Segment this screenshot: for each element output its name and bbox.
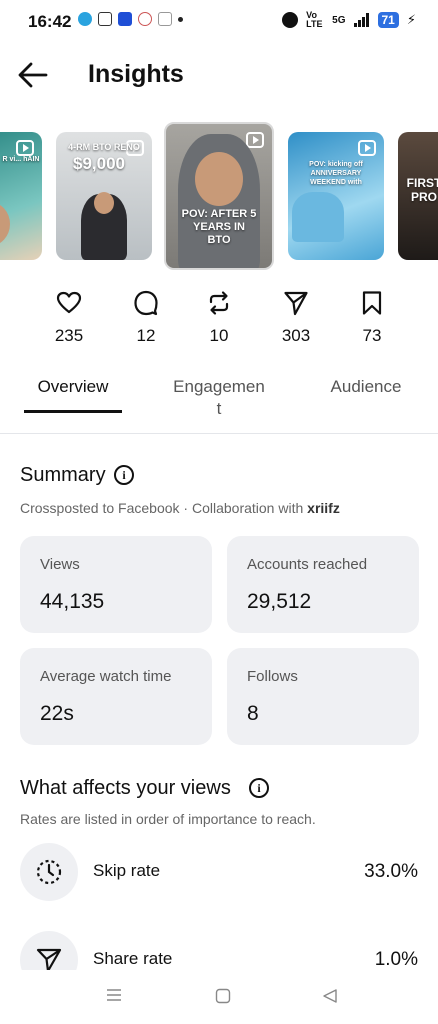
reel-person	[292, 192, 344, 242]
reel-caption: R vi... hAIN	[2, 156, 40, 163]
reel-caption: POV: AFTER 5 YEARS IN BTO	[181, 208, 257, 246]
likes-count: 235	[54, 326, 84, 345]
skip-rate-row[interactable]: Skip rate 33.0%	[0, 843, 438, 903]
reel-thumbnail-3-selected[interactable]: POV: AFTER 5 YEARS IN BTO	[164, 122, 274, 270]
heart-icon	[56, 291, 82, 314]
more-notifications-dot	[178, 16, 183, 22]
engagement-stats: 235 12 10 303 73	[0, 290, 438, 350]
reel-caption: POV: kicking off ANNIVERSARY WEEKEND wit…	[309, 161, 363, 186]
metric-name: Share rate	[93, 949, 173, 968]
status-bar: 16:42 Vo LTE 5G 71 ⚡	[0, 0, 438, 44]
reel-face	[94, 192, 114, 214]
insights-tabs: Overview Engagemen t Audience	[0, 372, 438, 434]
battery-level: 71	[377, 12, 399, 28]
card-value: 22s	[40, 702, 74, 725]
reel-price: $9,000	[73, 154, 125, 173]
metric-value: 1.0%	[374, 949, 418, 970]
shares-stat: 303	[264, 290, 328, 346]
saves-count: 73	[362, 326, 382, 345]
info-icon[interactable]: i	[249, 778, 269, 798]
send-icon	[284, 291, 308, 316]
signal-icon	[353, 13, 369, 27]
triangle-back-icon	[323, 989, 337, 1003]
reel-person	[0, 202, 10, 246]
tab-overview[interactable]: Overview	[24, 376, 122, 398]
app-icon-3	[158, 12, 172, 26]
card-label: Average watch time	[40, 668, 172, 685]
reel-face	[195, 152, 243, 206]
reel-icon	[358, 140, 376, 156]
repost-icon	[209, 291, 229, 315]
arrow-left-icon	[18, 62, 48, 88]
card-value: 29,512	[247, 590, 312, 613]
bookmark-icon	[362, 291, 382, 315]
network-label: 5G	[332, 14, 346, 26]
saves-stat: 73	[340, 290, 404, 346]
tab-audience[interactable]: Audience	[320, 376, 412, 398]
accounts-reached-card[interactable]: Accounts reached 29,512	[227, 536, 419, 633]
card-label: Follows	[247, 668, 298, 685]
tab-engagement[interactable]: Engagemen t	[166, 376, 272, 420]
app-icon-2	[138, 12, 152, 26]
crosspost-info: Crossposted to Facebook · Collaboration …	[20, 500, 340, 516]
follows-card[interactable]: Follows 8	[227, 648, 419, 745]
card-value: 44,135	[40, 590, 105, 613]
reel-thumbnail-5[interactable]: FIRST PRO	[398, 132, 438, 260]
reel-icon	[16, 140, 34, 156]
reel-caption: FIRST PRO	[406, 176, 438, 204]
back-button[interactable]	[16, 58, 50, 92]
square-icon	[215, 988, 231, 1004]
metric-name: Skip rate	[93, 861, 161, 880]
likes-stat: 235	[37, 290, 101, 346]
average-watch-time-card[interactable]: Average watch time 22s	[20, 648, 212, 745]
reel-thumbnail-4[interactable]: POV: kicking off ANNIVERSARY WEEKEND wit…	[288, 132, 384, 260]
card-value: 8	[247, 702, 259, 725]
active-tab-indicator	[24, 410, 122, 413]
system-nav-bar	[0, 970, 438, 1024]
reposts-stat: 10	[187, 290, 251, 346]
menu-icon	[107, 989, 121, 1001]
card-label: Views	[40, 556, 80, 573]
comment-icon	[134, 290, 158, 316]
page-title: Insights	[88, 60, 184, 88]
info-icon[interactable]: i	[114, 465, 134, 485]
card-label: Accounts reached	[247, 556, 368, 573]
telegram-icon	[78, 12, 92, 26]
collaborator-name[interactable]: xriifz	[307, 500, 340, 516]
metric-value: 33.0%	[364, 861, 418, 882]
reposts-count: 10	[209, 326, 229, 345]
reel-thumbnail-1[interactable]: R vi... hAIN	[0, 132, 42, 260]
app-icon	[118, 12, 132, 26]
volte-indicator: Vo LTE	[306, 10, 323, 29]
home-button[interactable]	[215, 988, 231, 1009]
reel-icon	[246, 132, 264, 148]
comments-count: 12	[136, 326, 156, 345]
comments-stat: 12	[114, 290, 178, 346]
reels-carousel[interactable]: R vi... hAIN 4-RM BTO RENO $9,000 POV: A…	[0, 122, 438, 272]
back-nav-button[interactable]	[322, 988, 338, 1009]
reel-thumbnail-2[interactable]: 4-RM BTO RENO $9,000	[56, 132, 152, 260]
notification-icons	[78, 12, 183, 26]
recent-apps-button[interactable]	[106, 988, 122, 1007]
reel-caption: 4-RM BTO RENO	[68, 142, 140, 152]
affects-title: What affects your views	[20, 777, 231, 799]
header: Insights	[0, 52, 438, 98]
status-time: 16:42	[28, 12, 72, 31]
affects-subtitle: Rates are listed in order of importance …	[20, 811, 316, 827]
icon-circle	[20, 843, 78, 901]
charging-icon: ⚡	[406, 12, 416, 27]
shares-count: 303	[281, 326, 311, 345]
system-icons: Vo LTE 5G 71 ⚡	[282, 11, 416, 29]
timer-icon	[36, 859, 62, 885]
views-card[interactable]: Views 44,135	[20, 536, 212, 633]
alarm-icon	[282, 12, 299, 28]
summary-title: Summary	[20, 464, 106, 486]
calendar-icon	[98, 12, 112, 26]
crosspost-text: Crossposted to Facebook · Collaboration …	[20, 500, 308, 516]
